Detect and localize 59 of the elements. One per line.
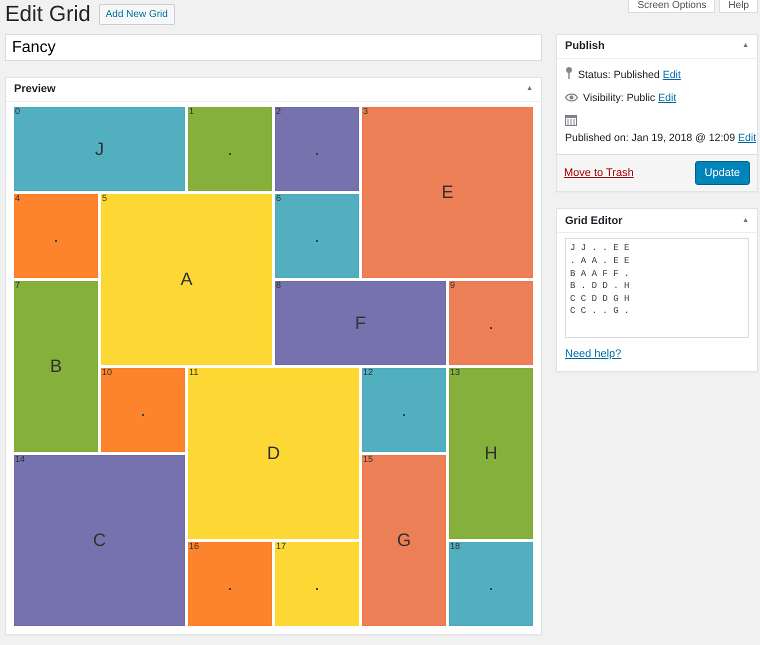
item-label: . bbox=[314, 224, 320, 248]
item-number: 10 bbox=[102, 368, 112, 378]
item-number: 9 bbox=[450, 281, 456, 291]
item-label: E bbox=[441, 181, 454, 204]
move-to-trash-link[interactable]: Move to Trash bbox=[564, 164, 634, 182]
item-label: J bbox=[95, 138, 104, 160]
item-number: 8 bbox=[276, 281, 282, 291]
item-number: 3 bbox=[363, 107, 368, 117]
item-number: 15 bbox=[363, 455, 374, 465]
item-label: . bbox=[488, 572, 494, 596]
update-button[interactable]: Update bbox=[694, 160, 750, 186]
item-label: G bbox=[396, 529, 411, 552]
item-label: . bbox=[314, 138, 320, 160]
item-label: . bbox=[140, 398, 146, 422]
item-label: C bbox=[93, 529, 106, 552]
publish-info: Published on: Jan 19, 2018 @ 12:09 bbox=[565, 132, 736, 144]
item-number: 5 bbox=[102, 194, 108, 204]
publish-info: Visibility: Public bbox=[583, 92, 656, 104]
edit-link[interactable]: Edit bbox=[738, 132, 756, 144]
screen-options-tab[interactable]: Screen Options bbox=[628, 0, 716, 13]
item-number: 6 bbox=[276, 194, 282, 204]
title-input-field[interactable]: Fancy bbox=[5, 34, 542, 61]
item-number: 13 bbox=[450, 368, 460, 378]
panel-title: Grid Editor bbox=[565, 214, 622, 229]
item-label: . bbox=[227, 138, 232, 160]
item-number: 11 bbox=[189, 368, 198, 378]
item-number: 18 bbox=[450, 542, 460, 552]
item-number: 12 bbox=[363, 368, 374, 378]
item-number: 4 bbox=[15, 194, 20, 204]
publish-info: Status: Published bbox=[578, 69, 660, 81]
add-new-grid-button[interactable]: Add New Grid bbox=[98, 4, 175, 24]
calendar-icon bbox=[565, 114, 577, 126]
item-label: B bbox=[50, 355, 62, 378]
item-label: . bbox=[314, 572, 320, 596]
item-number: 2 bbox=[276, 107, 282, 117]
item-label: H bbox=[484, 442, 498, 465]
item-label: D bbox=[267, 442, 280, 465]
edit-link[interactable]: Edit bbox=[658, 92, 676, 104]
item-number: 16 bbox=[189, 542, 200, 552]
item-label: F bbox=[355, 312, 366, 334]
edit-link[interactable]: Edit bbox=[662, 69, 681, 81]
eye-icon bbox=[565, 93, 578, 102]
pin-icon bbox=[565, 67, 573, 79]
panel-title: Publish bbox=[565, 39, 605, 54]
item-number: 17 bbox=[276, 542, 286, 552]
item-number: 0 bbox=[15, 107, 20, 117]
item-label: . bbox=[227, 572, 232, 596]
item-number: 1 bbox=[189, 107, 194, 117]
item-label: . bbox=[488, 312, 494, 334]
item-label: . bbox=[401, 398, 406, 422]
help-tab[interactable]: Help bbox=[719, 0, 758, 13]
grid-editor-textarea[interactable]: J J . . E E . A A . E E B A A F F . B . D D . H C C D D G H C C . . G . bbox=[565, 238, 749, 338]
item-label: . bbox=[53, 224, 58, 248]
page-title: Edit Grid bbox=[5, 3, 91, 25]
item-number: 14 bbox=[15, 455, 26, 465]
panel-title: Preview bbox=[14, 82, 56, 98]
item-label: A bbox=[180, 268, 192, 291]
need-help-link[interactable]: Need help? bbox=[565, 348, 622, 360]
item-number: 7 bbox=[15, 281, 20, 291]
